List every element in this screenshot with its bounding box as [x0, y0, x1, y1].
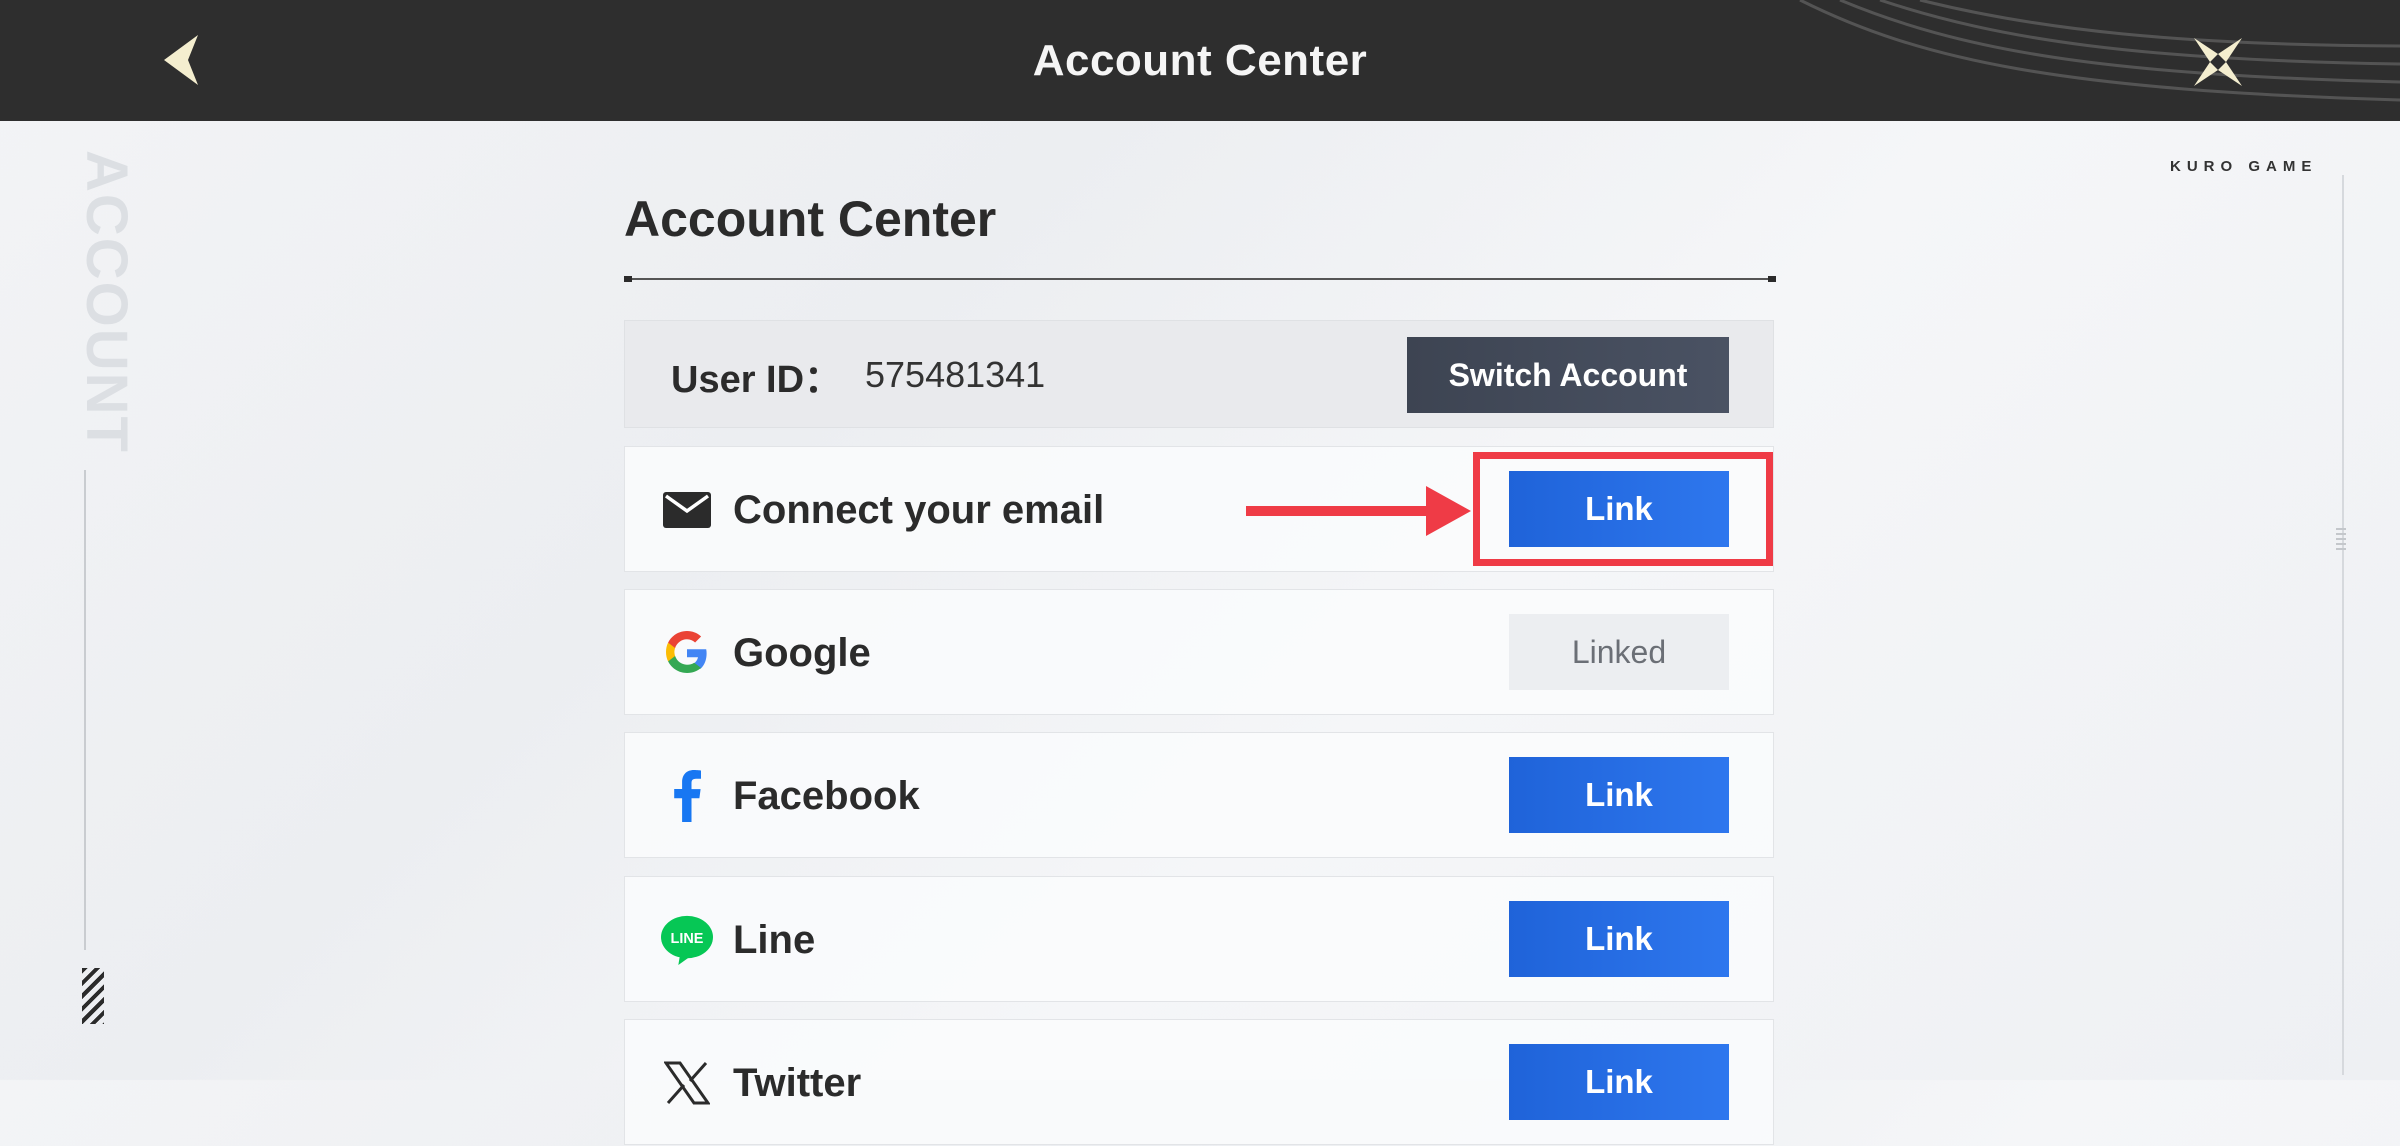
back-button[interactable] [150, 30, 210, 90]
x-twitter-icon [661, 1057, 713, 1109]
provider-row-google: Google Linked [624, 589, 1774, 715]
side-vertical-label: ACCOUNT [74, 150, 139, 454]
link-twitter-button[interactable]: Link [1509, 1044, 1729, 1120]
side-divider-line [84, 470, 86, 950]
chevron-left-icon [164, 35, 198, 85]
right-divider-line [2342, 175, 2344, 1075]
provider-row-twitter: Twitter Link [624, 1019, 1774, 1145]
provider-label: Google [733, 631, 871, 675]
topbar-decoration [1799, 0, 2400, 102]
user-id-value: 575481341 [865, 354, 1046, 395]
switch-account-button[interactable]: Switch Account [1407, 337, 1729, 413]
provider-row-line: LINE Line Link [624, 876, 1774, 1002]
provider-label: Facebook [733, 774, 920, 818]
brand-logo: KURO GAME [2170, 158, 2318, 175]
google-icon [661, 627, 713, 679]
side-stripes-decoration [82, 968, 104, 1024]
scroll-handle[interactable] [2336, 528, 2346, 552]
user-id-row: User ID： 575481341 Switch Account [624, 320, 1774, 428]
close-button[interactable] [2186, 30, 2250, 94]
link-facebook-button[interactable]: Link [1509, 757, 1729, 833]
user-id-label: User ID： [671, 359, 843, 401]
facebook-icon [661, 770, 713, 822]
heading-divider [624, 276, 1776, 282]
email-icon [661, 484, 713, 536]
link-line-button[interactable]: Link [1509, 901, 1729, 977]
top-bar: Account Center [0, 0, 2400, 121]
provider-label: Line [733, 918, 816, 962]
provider-row-facebook: Facebook Link [624, 732, 1774, 858]
provider-label: Twitter [733, 1061, 862, 1105]
svg-text:LINE: LINE [671, 931, 704, 947]
page-heading: Account Center [624, 191, 997, 247]
linked-google-status: Linked [1509, 614, 1729, 690]
annotation-arrow-icon [1246, 486, 1471, 536]
provider-label: Connect your email [733, 488, 1105, 532]
annotation-highlight-box [1473, 452, 1773, 566]
close-x-icon [2194, 38, 2242, 86]
line-icon: LINE [661, 914, 713, 966]
